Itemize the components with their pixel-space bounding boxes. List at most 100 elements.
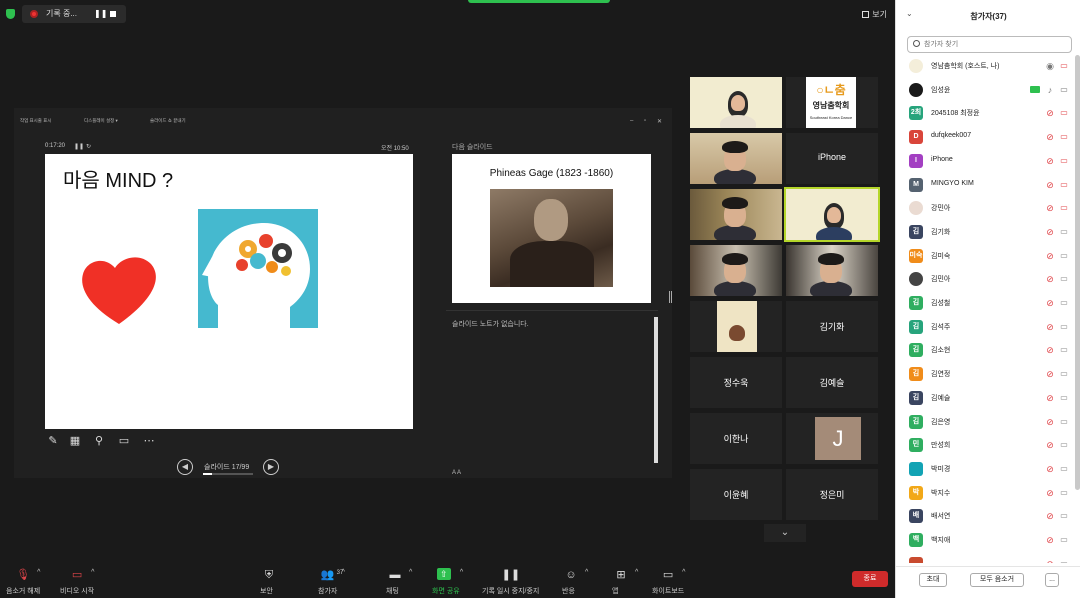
participant-search[interactable] [907,36,1072,53]
video-tile[interactable] [784,187,880,242]
video-off-icon[interactable]: ▭ [1058,250,1070,262]
participant-row[interactable]: ⊘▭ [896,553,1074,563]
video-off-icon[interactable]: ▭ [1058,344,1070,356]
video-off-icon[interactable]: ▭ [1058,416,1070,428]
pause-recording-icon[interactable]: ❚❚ [94,9,107,18]
more-options-icon[interactable]: ⋯ [142,434,156,448]
mic-muted-icon[interactable]: ⊘ [1044,250,1056,262]
video-off-icon[interactable]: ▭ [1058,439,1070,451]
video-tile[interactable]: ○ㄴ춤 영남춤학회 Southeast Korea Dance [786,77,878,128]
participant-row[interactable]: IiPhone ⊘ ▭ [896,150,1074,174]
timer-pause-icon[interactable]: ❚❚ [74,143,84,150]
mic-muted-icon[interactable]: ⊘ [1044,107,1056,119]
share-status-bar[interactable] [468,0,610,3]
participant-row[interactable]: 배 배서연 ⊘ ▭ [896,505,1074,529]
video-tile[interactable] [690,77,782,128]
caret-up-icon[interactable]: ^ [682,569,685,576]
video-off-icon[interactable]: ▭ [1058,463,1070,475]
mic-muted-icon[interactable]: ⊘ [1044,202,1056,214]
participant-row[interactable]: 김 김예슬 ⊘ ▭ [896,387,1074,411]
mic-muted-icon[interactable]: ⊘ [1044,344,1056,356]
participant-row[interactable]: 김 김연정 ⊘ ▭ [896,363,1074,387]
video-tile[interactable]: 이한나 [690,413,782,464]
encryption-shield-icon[interactable] [6,9,15,19]
video-tile[interactable] [690,301,782,352]
video-tile[interactable]: 김기화 [786,301,878,352]
video-off-icon[interactable]: ▭ [1058,534,1070,546]
mic-muted-icon[interactable]: ⊘ [1044,155,1056,167]
participant-row[interactable]: M MINGYO KIM ⊘ ▭ [896,174,1074,198]
video-off-icon[interactable]: ▭ [1058,226,1070,238]
mic-muted-icon[interactable]: ⊘ [1044,510,1056,522]
participant-list-scrollbar[interactable] [1075,55,1080,563]
participant-row[interactable]: 임성윤 ♪ ▭ [896,79,1074,103]
mic-muted-icon[interactable]: ⊘ [1044,179,1056,191]
minimize-icon[interactable]: – [630,118,633,124]
zoom-icon[interactable]: ⚲ [92,434,106,448]
video-off-icon[interactable]: ▭ [1058,179,1070,191]
video-off-icon[interactable]: ▭ [1058,487,1070,499]
view-button[interactable]: 보기 [862,9,887,20]
video-off-icon[interactable]: ▭ [1058,297,1070,309]
participant-row[interactable]: 영남춤학회 (호스트, 나) ◉ ▭ [896,55,1074,79]
mic-muted-icon[interactable]: ⊘ [1044,273,1056,285]
current-slide[interactable]: 마음 MIND ? [45,154,413,429]
stop-recording-icon[interactable] [110,11,116,17]
video-off-icon[interactable]: ▭ [1058,202,1070,214]
mic-muted-icon[interactable]: ⊘ [1044,297,1056,309]
mic-muted-icon[interactable]: ⊘ [1044,463,1056,475]
participant-row[interactable]: 2최 2045108 최정윤 ⊘ ▭ [896,102,1074,126]
video-tile[interactable] [690,133,782,184]
mic-on-icon[interactable]: ♪ [1044,84,1056,96]
video-tile[interactable]: iPhone [786,133,878,184]
video-off-icon[interactable]: ▭ [1058,131,1070,143]
video-tile[interactable] [786,245,878,296]
video-off-icon[interactable]: ▭ [1058,273,1070,285]
mic-muted-icon[interactable]: ⊘ [1044,131,1056,143]
video-off-icon[interactable]: ▭ [1058,155,1070,167]
caret-up-icon[interactable]: ^ [37,569,40,576]
video-off-icon[interactable]: ▭ [1058,60,1070,72]
video-tile[interactable]: 이윤혜 [690,469,782,520]
video-tile[interactable]: 정수욱 [690,357,782,408]
video-tile[interactable] [690,245,782,296]
participant-row[interactable]: 김 김소현 ⊘ ▭ [896,339,1074,363]
caret-up-icon[interactable]: ^ [460,569,463,576]
video-off-icon[interactable]: ▭ [1058,321,1070,333]
participant-row[interactable]: 박 박지수 ⊘ ▭ [896,482,1074,506]
participant-row[interactable]: Ddufqkeek007 ⊘ ▭ [896,126,1074,150]
video-off-icon[interactable]: ▭ [1058,368,1070,380]
participant-row[interactable]: 김 김기화 ⊘ ▭ [896,221,1074,245]
video-off-icon[interactable]: ▭ [1058,392,1070,404]
mute-all-button[interactable]: 모두 음소거 [970,573,1024,587]
invite-button[interactable]: 초대 [919,573,947,587]
video-tile[interactable]: 정은미 [786,469,878,520]
screen-icon[interactable]: ▭ [117,434,131,448]
mic-muted-icon[interactable]: ⊘ [1044,416,1056,428]
mic-muted-icon[interactable]: ⊘ [1044,321,1056,333]
video-off-icon[interactable]: ▭ [1058,558,1070,563]
mic-muted-icon[interactable]: ⊘ [1044,392,1056,404]
video-tile[interactable]: 김예슬 [786,357,878,408]
mic-muted-icon[interactable]: ⊘ [1044,368,1056,380]
notes-scrollbar[interactable] [654,317,658,463]
restore-icon[interactable]: ▫ [644,118,646,124]
previous-slide-icon[interactable]: ◀ [177,459,193,475]
caret-up-icon[interactable]: ^ [585,569,588,576]
participant-row[interactable]: 민 만성희 ⊘ ▭ [896,434,1074,458]
participant-row[interactable]: 김 김석주 ⊘ ▭ [896,316,1074,340]
mic-muted-icon[interactable]: ⊘ [1044,439,1056,451]
video-off-icon[interactable]: ▭ [1058,510,1070,522]
next-slide-icon[interactable]: ▶ [263,459,279,475]
mic-muted-icon[interactable]: ⊘ [1044,558,1056,563]
display-settings-button[interactable]: 디스플레이 설정 ▾ [84,118,118,124]
end-meeting-button[interactable]: 종료 [852,571,888,587]
participant-row[interactable]: 김 김은영 ⊘ ▭ [896,411,1074,435]
pen-icon[interactable]: ✎ [46,434,60,448]
close-icon[interactable]: ✕ [657,118,662,125]
participant-row[interactable]: 미숙 김미숙 ⊘ ▭ [896,245,1074,269]
video-off-icon[interactable]: ▭ [1058,107,1070,119]
participant-row[interactable]: 김민아 ⊘ ▭ [896,268,1074,292]
see-all-slides-icon[interactable]: ▦ [68,434,82,448]
caret-up-icon[interactable]: ^ [91,569,94,576]
